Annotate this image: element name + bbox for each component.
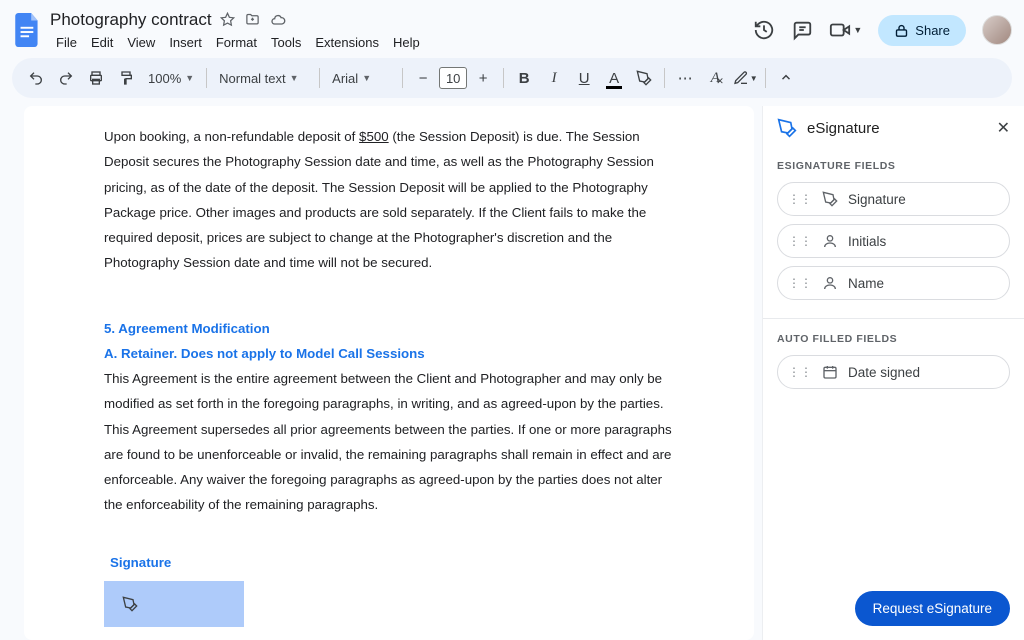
drag-handle-icon: ⋮⋮ — [788, 365, 812, 379]
bold-button[interactable]: B — [510, 64, 538, 92]
print-button[interactable] — [82, 64, 110, 92]
menu-file[interactable]: File — [50, 33, 83, 52]
drag-handle-icon: ⋮⋮ — [788, 276, 812, 290]
collapse-toolbar-button[interactable] — [772, 64, 800, 92]
account-avatar[interactable] — [982, 15, 1012, 45]
menu-bar: File Edit View Insert Format Tools Exten… — [50, 33, 753, 52]
document-page[interactable]: Upon booking, a non-refundable deposit o… — [24, 106, 754, 640]
clear-formatting-button[interactable]: A✕ — [701, 64, 729, 92]
sidepanel-title: eSignature — [807, 120, 987, 137]
comments-icon[interactable] — [791, 19, 813, 41]
paragraph-style-dropdown[interactable]: Normal text▼ — [213, 64, 313, 92]
close-panel-button[interactable]: ✕ — [997, 118, 1010, 138]
meet-icon[interactable]: ▼ — [829, 19, 862, 41]
request-esignature-button[interactable]: Request eSignature — [855, 591, 1010, 626]
body-paragraph: Upon booking, a non-refundable deposit o… — [104, 124, 674, 276]
editing-mode-button[interactable]: ▼ — [731, 64, 759, 92]
field-initials[interactable]: ⋮⋮ Initials — [777, 224, 1010, 258]
auto-filled-fields-label: AUTO FILLED FIELDS — [777, 333, 1010, 345]
field-date-signed[interactable]: ⋮⋮ Date signed — [777, 355, 1010, 389]
field-name[interactable]: ⋮⋮ Name — [777, 266, 1010, 300]
move-icon[interactable] — [245, 12, 260, 28]
signature-icon — [122, 596, 138, 612]
menu-extensions[interactable]: Extensions — [309, 33, 385, 52]
header-actions: ▼ Share — [753, 15, 1012, 46]
menu-view[interactable]: View — [121, 33, 161, 52]
drag-handle-icon: ⋮⋮ — [788, 192, 812, 206]
zoom-dropdown[interactable]: 100%▼ — [142, 64, 200, 92]
menu-tools[interactable]: Tools — [265, 33, 307, 52]
initials-field-icon — [822, 233, 838, 249]
body-paragraph: This Agreement is the entire agreement b… — [104, 366, 674, 518]
field-label: Signature — [848, 192, 906, 207]
toolbar: 100%▼ Normal text▼ Arial▼ − 10 + B I U A… — [12, 58, 1012, 98]
field-label: Date signed — [848, 365, 920, 380]
signature-label: Signature — [110, 550, 674, 575]
docs-logo-icon[interactable] — [12, 10, 44, 50]
esignature-sidepanel: eSignature ✕ ESIGNATURE FIELDS ⋮⋮ Signat… — [762, 106, 1024, 640]
text-color-button[interactable]: A — [600, 64, 628, 92]
esignature-fields-label: ESIGNATURE FIELDS — [777, 160, 1010, 172]
share-button[interactable]: Share — [878, 15, 966, 46]
subsection-heading: A. Retainer. Does not apply to Model Cal… — [104, 341, 674, 366]
paint-format-button[interactable] — [112, 64, 140, 92]
date-field-icon — [822, 364, 838, 380]
increase-font-size-button[interactable]: + — [469, 64, 497, 92]
name-field-icon — [822, 275, 838, 291]
app-header: Photography contract File Edit View Inse… — [0, 0, 1024, 54]
star-icon[interactable] — [220, 12, 235, 28]
underline-button[interactable]: U — [570, 64, 598, 92]
signature-field-placeholder[interactable] — [104, 581, 244, 627]
document-title[interactable]: Photography contract — [50, 10, 212, 30]
menu-format[interactable]: Format — [210, 33, 263, 52]
share-label: Share — [915, 23, 950, 38]
field-signature[interactable]: ⋮⋮ Signature — [777, 182, 1010, 216]
signature-field-icon — [822, 191, 838, 207]
highlight-color-button[interactable] — [630, 64, 658, 92]
field-label: Name — [848, 276, 884, 291]
menu-edit[interactable]: Edit — [85, 33, 119, 52]
redo-button[interactable] — [52, 64, 80, 92]
esignature-panel-icon — [777, 118, 797, 138]
field-label: Initials — [848, 234, 886, 249]
font-size-control: − 10 + — [409, 64, 497, 92]
title-area: Photography contract File Edit View Inse… — [50, 9, 753, 52]
more-button[interactable]: ⋯ — [671, 64, 699, 92]
cloud-status-icon[interactable] — [270, 12, 286, 28]
drag-handle-icon: ⋮⋮ — [788, 234, 812, 248]
italic-button[interactable]: I — [540, 64, 568, 92]
decrease-font-size-button[interactable]: − — [409, 64, 437, 92]
toolbar-container: 100%▼ Normal text▼ Arial▼ − 10 + B I U A… — [0, 54, 1024, 106]
history-icon[interactable] — [753, 19, 775, 41]
document-pane[interactable]: Upon booking, a non-refundable deposit o… — [0, 106, 762, 640]
main-area: Upon booking, a non-refundable deposit o… — [0, 106, 1024, 640]
font-family-dropdown[interactable]: Arial▼ — [326, 64, 396, 92]
menu-help[interactable]: Help — [387, 33, 426, 52]
font-size-input[interactable]: 10 — [439, 67, 467, 89]
section-heading: 5. Agreement Modification — [104, 316, 674, 341]
undo-button[interactable] — [22, 64, 50, 92]
menu-insert[interactable]: Insert — [163, 33, 208, 52]
